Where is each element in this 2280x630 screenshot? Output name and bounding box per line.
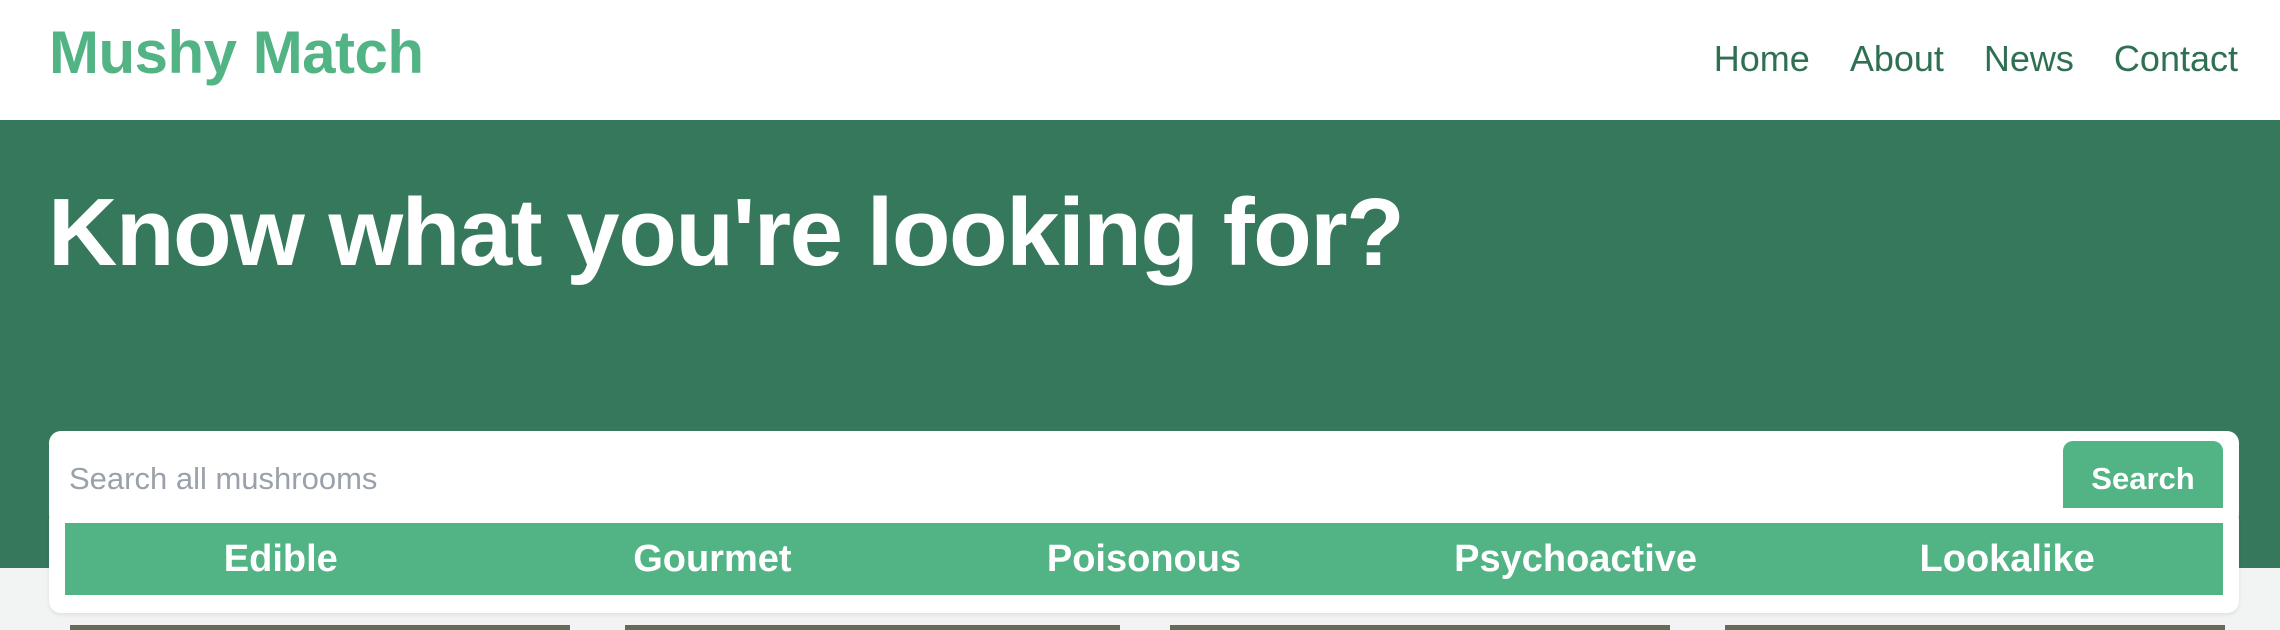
search-button[interactable]: Search	[2063, 441, 2223, 517]
category-card: Edible Gourmet Poisonous Psychoactive Lo…	[49, 508, 2239, 613]
category-poisonous[interactable]: Poisonous	[928, 538, 1360, 581]
category-lookalike[interactable]: Lookalike	[1791, 538, 2223, 581]
hero-title: Know what you're looking for?	[48, 179, 1405, 286]
result-thumbnail[interactable]	[625, 625, 1120, 630]
hero-section: Know what you're looking for? Search	[0, 120, 2280, 595]
nav-home-link[interactable]: Home	[1714, 38, 1810, 80]
result-thumbnail[interactable]	[1725, 625, 2225, 630]
result-thumbnail[interactable]	[70, 625, 570, 630]
top-navbar: Mushy Match Home About News Contact	[0, 0, 2280, 120]
nav-about-link[interactable]: About	[1850, 38, 1944, 80]
category-psychoactive[interactable]: Psychoactive	[1360, 538, 1792, 581]
nav-news-link[interactable]: News	[1984, 38, 2074, 80]
category-gourmet[interactable]: Gourmet	[497, 538, 929, 581]
brand-logo[interactable]: Mushy Match	[49, 18, 424, 87]
result-thumbnail[interactable]	[1170, 625, 1670, 630]
category-edible[interactable]: Edible	[65, 538, 497, 581]
nav-contact-link[interactable]: Contact	[2114, 38, 2238, 80]
main-nav: Home About News Contact	[1714, 38, 2238, 80]
category-bar: Edible Gourmet Poisonous Psychoactive Lo…	[65, 523, 2223, 595]
search-input[interactable]	[69, 443, 2049, 515]
result-thumbnails-strip	[0, 625, 2280, 630]
